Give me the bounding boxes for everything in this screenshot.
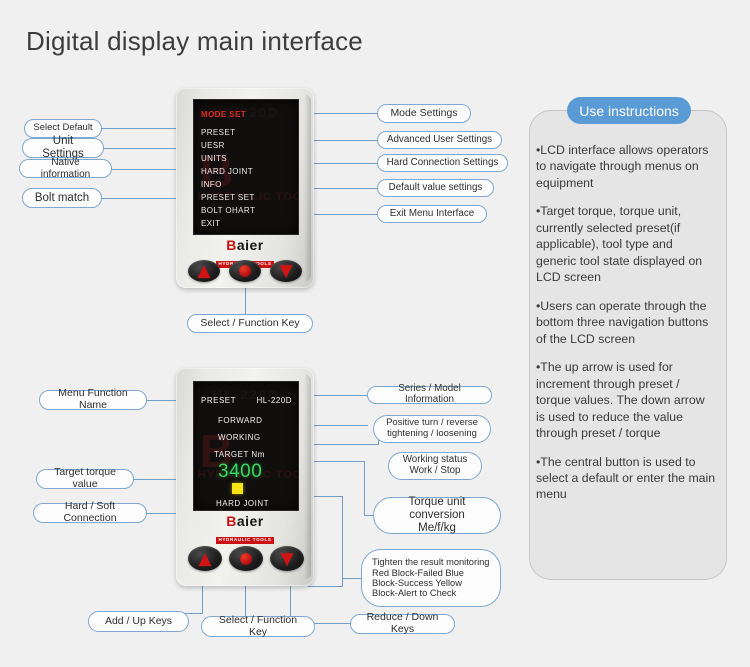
circle-dot-icon	[240, 552, 252, 565]
top-device-lcd: B HYDRAULIC TOOLS HL-220D MODE SET PRESE…	[194, 100, 298, 234]
instructions-body: •LCD interface allows operators to navig…	[536, 142, 724, 503]
lcd-menu-function-name: PRESET	[201, 396, 237, 405]
callout-unit-settings[interactable]: Unit Settings	[22, 135, 104, 160]
brand-initial: B	[226, 237, 237, 253]
lcd-model-info: HL-220D	[256, 396, 292, 405]
callout-bolt-match[interactable]: Bolt match	[22, 188, 102, 208]
callout-exit-menu-interface[interactable]: Exit Menu Interface	[377, 205, 487, 223]
callout-torque-unit-conversion[interactable]: Torque unit conversion Me/f/kg	[373, 496, 501, 534]
connector-result-monitor-tail	[342, 578, 362, 579]
brand-name: Baier	[176, 514, 314, 528]
top-device-down-button[interactable]: ▼	[270, 260, 302, 282]
brand-name: Baier	[176, 238, 314, 252]
lcd-menu-item-bolt-chart[interactable]: BOLT OHART	[201, 206, 255, 215]
callout-tighten-result-monitoring[interactable]: Tighten the result monitoring Red Block-…	[361, 549, 501, 607]
callout-hard-connection-settings[interactable]: Hard Connection Settings	[377, 154, 508, 172]
lcd-joint-mode: HARD JOINT	[216, 499, 269, 508]
lcd-target-torque-value: 3400	[218, 461, 263, 482]
callout-menu-function-name[interactable]: Menu Function Name	[39, 387, 147, 411]
callout-label: Hard / Soft Connection	[63, 500, 117, 524]
bottom-device-brand-logo: Baier HYDRAULIC TOOLS	[176, 514, 314, 546]
callout-label: Working status Work / Stop	[402, 454, 468, 476]
instructions-badge-label: Use instructions	[579, 102, 679, 119]
instruction-paragraph-1: •LCD interface allows operators to navig…	[536, 143, 709, 190]
callout-label: Native information	[40, 157, 91, 180]
instruction-paragraph-3: •Users can operate through the bottom th…	[536, 298, 709, 346]
bottom-device-down-button[interactable]: ▼	[270, 546, 304, 571]
circle-dot-icon	[239, 265, 251, 277]
instruction-paragraph-5: •The central button is used to select a …	[536, 454, 716, 502]
callout-label: Menu Function Name	[58, 387, 128, 411]
connector-torque-unit-riser	[364, 461, 365, 515]
lcd-menu-item-units[interactable]: UNITS	[201, 154, 227, 163]
callout-reduce-down-keys[interactable]: Reduce / Down Keys	[350, 611, 455, 635]
callout-label: Tighten the result monitoring Red Block-…	[372, 557, 490, 599]
callout-label: Hard Connection Settings	[386, 156, 499, 168]
top-device-select-button[interactable]	[229, 260, 261, 282]
lcd-menu-item-uesr[interactable]: UESR	[201, 141, 225, 150]
callout-target-torque-value[interactable]: Target torque value	[36, 466, 134, 490]
instruction-paragraph-4: •The up arrow is used for increment thro…	[536, 360, 705, 441]
top-device-body: B HYDRAULIC TOOLS HL-220D MODE SET PRESE…	[176, 88, 314, 288]
callout-label: Bolt match	[34, 191, 90, 204]
callout-label: Add / Up Keys	[104, 614, 173, 627]
brand-rest: aier	[236, 237, 264, 253]
callout-working-status[interactable]: Working status Work / Stop	[388, 452, 482, 480]
callout-label: Series / Model Information	[398, 383, 461, 405]
callout-label: Positive turn / reverse tightening / loo…	[386, 417, 478, 439]
callout-label: Default value settings	[388, 181, 483, 193]
connector-result-monitor-riser	[342, 496, 343, 578]
top-device-up-button[interactable]: ▲	[188, 260, 220, 282]
callout-label: Select Default	[33, 122, 93, 134]
lcd-menu-item-hard-joint[interactable]: HARD JOINT	[201, 167, 253, 176]
lcd-menu-item-info[interactable]: INFO	[201, 180, 222, 189]
brand-rest: aier	[236, 513, 264, 529]
callout-label: Target torque value	[54, 466, 116, 490]
lcd-menu-item-exit[interactable]: EXIT	[201, 219, 220, 228]
callout-series-model-information[interactable]: Series / Model Information	[367, 383, 492, 405]
lcd-status-indicator-block	[232, 483, 243, 494]
callout-select-function-key[interactable]: Select / Function Key	[201, 613, 315, 638]
callout-default-value-settings[interactable]: Default value settings	[377, 179, 494, 197]
page-root: Digital display main interface B HYDRAUL…	[0, 0, 750, 667]
callout-label: Select / Function Key	[200, 316, 300, 329]
callout-label: Torque unit conversion Me/f/kg	[408, 496, 466, 534]
bottom-device-lcd: B HYDRAULIC TOOLS HL-220D PRESET HL-220D…	[194, 382, 298, 510]
bottom-device-body: B HYDRAULIC TOOLS HL-220D PRESET HL-220D…	[176, 368, 314, 586]
connector-down-key-side-riser	[342, 578, 343, 587]
bottom-device-select-button[interactable]	[229, 546, 263, 571]
instructions-badge: Use instructions	[567, 97, 691, 124]
page-title: Digital display main interface	[26, 26, 363, 56]
brand-initial: B	[226, 513, 237, 529]
lcd-menu-item-preset-set[interactable]: PRESET SET	[201, 193, 255, 202]
callout-label: Select / Function Key	[218, 613, 298, 638]
callout-hard-soft-connection[interactable]: Hard / Soft Connection	[33, 500, 147, 524]
callout-label: Reduce / Down Keys	[366, 611, 439, 635]
callout-label: Advanced User Settings	[386, 133, 493, 145]
bottom-device-up-button[interactable]: ▲	[188, 546, 222, 571]
lcd-direction-status: FORWARD	[218, 416, 263, 425]
callout-positive-reverse-tightening[interactable]: Positive turn / reverse tightening / loo…	[373, 415, 491, 443]
lcd-working-status: WORKING	[218, 433, 261, 442]
instruction-paragraph-2: •Target torque, torque unit, currently s…	[536, 204, 703, 285]
callout-top-select-function-key[interactable]: Select / Function Key	[187, 314, 313, 333]
callout-advanced-user-settings[interactable]: Advanced User Settings	[377, 131, 502, 149]
lcd-menu-item-mode-set[interactable]: MODE SET	[201, 110, 246, 119]
brand-tagline: HYDRAULIC TOOLS	[216, 537, 274, 544]
lcd-target-label: TARGET Nm	[214, 450, 265, 459]
lcd-menu-item-preset[interactable]: PRESET	[201, 128, 235, 137]
callout-mode-settings[interactable]: Mode Settings	[377, 104, 471, 123]
callout-native-information[interactable]: Native information	[19, 157, 112, 180]
callout-add-up-keys[interactable]: Add / Up Keys	[88, 611, 189, 632]
connector-down-key-side	[308, 586, 342, 587]
callout-label: Exit Menu Interface	[389, 207, 475, 219]
callout-label: Mode Settings	[390, 106, 458, 119]
